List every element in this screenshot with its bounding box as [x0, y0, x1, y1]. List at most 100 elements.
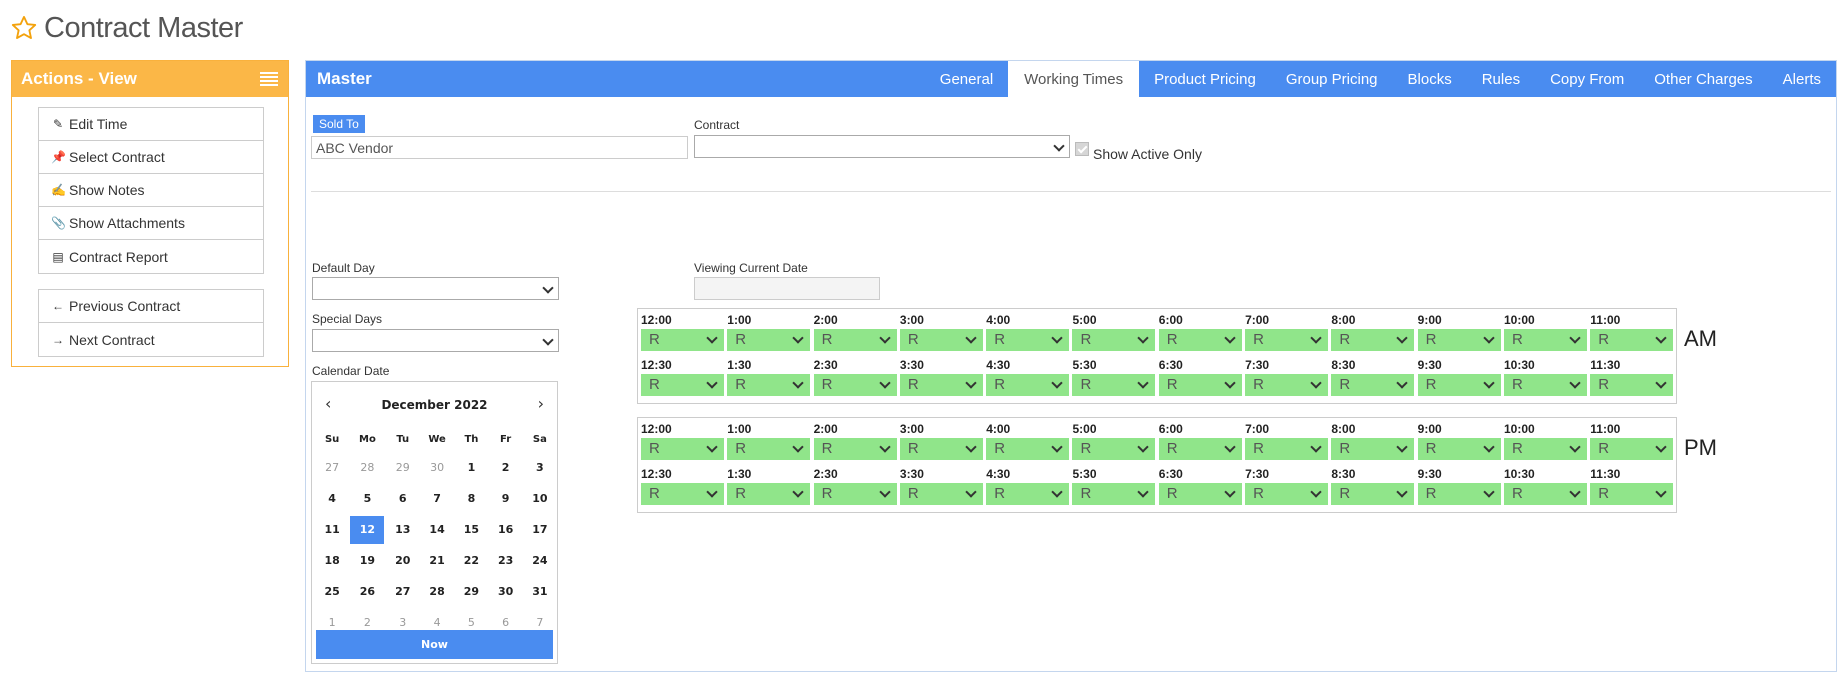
- time-slot-select[interactable]: R: [986, 374, 1070, 396]
- time-slot-select[interactable]: R: [1417, 329, 1501, 351]
- time-slot-select[interactable]: R: [727, 483, 811, 505]
- time-slot-select[interactable]: R: [1331, 438, 1415, 460]
- calendar-day[interactable]: 8: [454, 483, 488, 514]
- time-slot-select[interactable]: R: [1158, 329, 1242, 351]
- chevron-right-icon[interactable]: ›: [538, 394, 544, 413]
- tab-group-pricing[interactable]: Group Pricing: [1271, 61, 1393, 97]
- calendar-day[interactable]: 10: [523, 483, 557, 514]
- calendar-day[interactable]: 26: [349, 576, 385, 607]
- time-slot-select[interactable]: R: [641, 374, 724, 396]
- time-slot-select[interactable]: R: [1331, 329, 1415, 351]
- time-slot-select[interactable]: R: [813, 374, 897, 396]
- calendar-day[interactable]: 16: [489, 514, 523, 545]
- time-slot-select[interactable]: R: [1245, 374, 1329, 396]
- calendar-day[interactable]: 24: [523, 545, 557, 576]
- show-attachments-button[interactable]: 📎 Show Attachments: [39, 207, 263, 240]
- special-days-select[interactable]: [312, 329, 559, 352]
- calendar-day[interactable]: 14: [420, 514, 454, 545]
- time-slot-select[interactable]: R: [1158, 438, 1242, 460]
- time-slot-select[interactable]: R: [1072, 374, 1156, 396]
- time-slot-select[interactable]: R: [1072, 329, 1156, 351]
- time-slot-select[interactable]: R: [899, 483, 983, 505]
- calendar-day[interactable]: 19: [349, 545, 385, 576]
- calendar-day[interactable]: 29: [454, 576, 488, 607]
- calendar-day[interactable]: 15: [454, 514, 488, 545]
- time-slot-select[interactable]: R: [727, 438, 811, 460]
- time-slot-select[interactable]: R: [1590, 329, 1674, 351]
- now-button[interactable]: Now: [316, 630, 553, 659]
- previous-contract-button[interactable]: ← Previous Contract: [39, 290, 263, 323]
- default-day-select[interactable]: [312, 277, 559, 300]
- calendar-day[interactable]: 17: [523, 514, 557, 545]
- next-contract-button[interactable]: → Next Contract: [39, 323, 263, 356]
- time-slot-select[interactable]: R: [727, 329, 811, 351]
- calendar-day[interactable]: 22: [454, 545, 488, 576]
- time-slot-select[interactable]: R: [727, 374, 811, 396]
- show-active-checkbox[interactable]: [1075, 142, 1089, 156]
- star-icon[interactable]: [10, 14, 38, 42]
- tab-copy-from[interactable]: Copy From: [1535, 61, 1639, 97]
- calendar-day[interactable]: 29: [386, 452, 420, 483]
- time-slot-select[interactable]: R: [1331, 374, 1415, 396]
- time-slot-select[interactable]: R: [1590, 438, 1674, 460]
- time-slot-select[interactable]: R: [899, 329, 983, 351]
- time-slot-select[interactable]: R: [899, 374, 983, 396]
- tab-alerts[interactable]: Alerts: [1768, 61, 1836, 97]
- tab-other-charges[interactable]: Other Charges: [1639, 61, 1767, 97]
- calendar-day[interactable]: 7: [420, 483, 454, 514]
- viewing-date-field[interactable]: [694, 277, 880, 300]
- show-notes-button[interactable]: ✍ Show Notes: [39, 174, 263, 207]
- time-slot-select[interactable]: R: [1245, 329, 1329, 351]
- time-slot-select[interactable]: R: [1503, 483, 1587, 505]
- time-slot-select[interactable]: R: [1417, 374, 1501, 396]
- calendar-day[interactable]: 28: [349, 452, 385, 483]
- calendar-day[interactable]: 23: [489, 545, 523, 576]
- time-slot-select[interactable]: R: [1245, 483, 1329, 505]
- tab-product-pricing[interactable]: Product Pricing: [1139, 61, 1271, 97]
- contract-select[interactable]: [694, 135, 1070, 158]
- calendar-day[interactable]: 4: [315, 483, 349, 514]
- time-slot-select[interactable]: R: [1503, 438, 1587, 460]
- time-slot-select[interactable]: R: [986, 483, 1070, 505]
- time-slot-select[interactable]: R: [1503, 329, 1587, 351]
- time-slot-select[interactable]: R: [641, 329, 724, 351]
- hamburger-menu-icon[interactable]: [260, 72, 278, 86]
- calendar-day[interactable]: 20: [386, 545, 420, 576]
- calendar-day[interactable]: 28: [420, 576, 454, 607]
- time-slot-select[interactable]: R: [813, 329, 897, 351]
- time-slot-select[interactable]: R: [1417, 438, 1501, 460]
- calendar-day[interactable]: 2: [489, 452, 523, 483]
- sold-to-field[interactable]: ABC Vendor: [311, 136, 688, 159]
- calendar-day[interactable]: 27: [386, 576, 420, 607]
- time-slot-select[interactable]: R: [986, 329, 1070, 351]
- tab-working-times[interactable]: Working Times: [1008, 61, 1140, 97]
- time-slot-select[interactable]: R: [986, 438, 1070, 460]
- time-slot-select[interactable]: R: [1072, 438, 1156, 460]
- calendar-day[interactable]: 30: [420, 452, 454, 483]
- calendar-day[interactable]: 1: [454, 452, 488, 483]
- edit-time-button[interactable]: ✎ Edit Time: [39, 108, 263, 141]
- time-slot-select[interactable]: R: [1072, 483, 1156, 505]
- time-slot-select[interactable]: R: [899, 438, 983, 460]
- time-slot-select[interactable]: R: [641, 438, 724, 460]
- calendar-day-selected[interactable]: 12: [349, 514, 385, 545]
- time-slot-select[interactable]: R: [813, 483, 897, 505]
- time-slot-select[interactable]: R: [1590, 483, 1674, 505]
- time-slot-select[interactable]: R: [1331, 483, 1415, 505]
- calendar-day[interactable]: 9: [489, 483, 523, 514]
- time-slot-select[interactable]: R: [1590, 374, 1674, 396]
- time-slot-select[interactable]: R: [1503, 374, 1587, 396]
- tab-rules[interactable]: Rules: [1467, 61, 1535, 97]
- calendar-day[interactable]: 21: [420, 545, 454, 576]
- calendar-day[interactable]: 30: [489, 576, 523, 607]
- calendar-day[interactable]: 11: [315, 514, 349, 545]
- time-slot-select[interactable]: R: [641, 483, 724, 505]
- calendar-day[interactable]: 27: [315, 452, 349, 483]
- calendar-day[interactable]: 18: [315, 545, 349, 576]
- contract-report-button[interactable]: ▤ Contract Report: [39, 240, 263, 273]
- time-slot-select[interactable]: R: [1245, 438, 1329, 460]
- time-slot-select[interactable]: R: [1158, 374, 1242, 396]
- tab-general[interactable]: General: [925, 61, 1008, 97]
- tab-blocks[interactable]: Blocks: [1393, 61, 1467, 97]
- time-slot-select[interactable]: R: [813, 438, 897, 460]
